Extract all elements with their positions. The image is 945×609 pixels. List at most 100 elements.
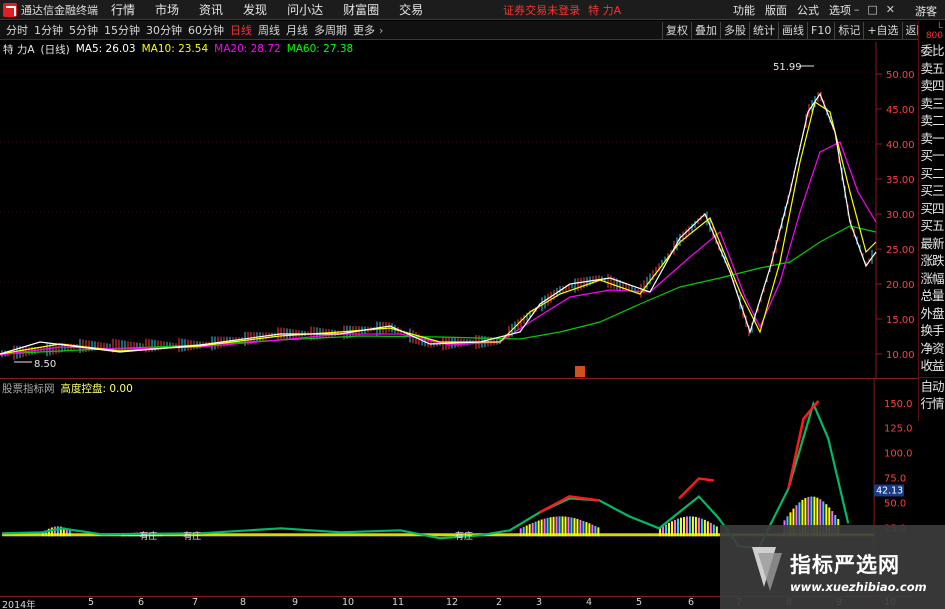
- current-value: 42.13: [876, 485, 903, 496]
- main-menu: 行情 市场 资讯 发现 问小达 财富圈 交易: [111, 1, 443, 18]
- price-tick: 15.00: [886, 315, 915, 326]
- ma5-line: [0, 92, 877, 355]
- tool-adjust[interactable]: 复权: [662, 22, 691, 39]
- ma20-value: MA20: 28.72: [214, 43, 281, 55]
- watermark: 指标严选网 www.xuezhibiao.com: [720, 525, 945, 609]
- side-item[interactable]: 总量: [919, 287, 945, 305]
- indicator-tick: 125.0: [884, 424, 912, 435]
- marker-1: 有庄: [139, 530, 157, 542]
- period-more[interactable]: 更多: [353, 22, 375, 38]
- side-item[interactable]: 涨跌: [919, 252, 945, 270]
- side-item[interactable]: 买一: [919, 147, 945, 165]
- side-item[interactable]: 涨幅: [919, 270, 945, 288]
- period-label: (日线): [40, 43, 70, 56]
- menu-item-market[interactable]: 市场: [155, 1, 179, 18]
- time-tick: 2014年: [2, 600, 36, 609]
- period-daily[interactable]: 日线: [230, 22, 252, 38]
- price-tick: 25.00: [886, 245, 915, 256]
- time-tick: 6: [138, 597, 145, 608]
- side-item[interactable]: 换手: [919, 322, 945, 340]
- window-controls: – □ ✕: [854, 3, 895, 16]
- period-30min[interactable]: 30分钟: [146, 22, 182, 38]
- price-tick: 10.00: [886, 350, 915, 361]
- login-status[interactable]: 证券交易未登录: [503, 2, 580, 18]
- period-monthly[interactable]: 月线: [286, 22, 308, 38]
- side-item[interactable]: 卖五: [919, 60, 945, 78]
- close-icon[interactable]: ✕: [886, 3, 895, 16]
- menu-item-formula[interactable]: 公式: [797, 2, 819, 18]
- candles: [1, 92, 873, 360]
- title-bar: 通达信金融终端 行情 市场 资讯 发现 问小达 财富圈 交易 证券交易未登录 特…: [0, 0, 945, 20]
- app-name: 通达信金融终端: [21, 3, 98, 17]
- menu-item-quotes[interactable]: 行情: [111, 1, 135, 18]
- time-tick: 6: [688, 597, 695, 608]
- menu-item-layout[interactable]: 版面: [765, 2, 787, 18]
- indicator-title: 股票指标网 高度控盘: 0.00: [2, 381, 133, 396]
- time-tick: 3: [536, 597, 543, 608]
- tool-mark[interactable]: 标记: [834, 22, 863, 39]
- menu-item-ask[interactable]: 问小达: [287, 1, 323, 18]
- side-item[interactable]: 卖三: [919, 95, 945, 113]
- menu-item-wealth[interactable]: 财富圈: [343, 1, 379, 18]
- side-item[interactable]: 买四: [919, 200, 945, 218]
- marker-2: 有庄: [183, 530, 201, 542]
- tool-add-watch[interactable]: +自选: [863, 22, 901, 39]
- side-item[interactable]: 委比: [919, 42, 945, 60]
- indicator-axis: 150.0125.0100.075.050.025.0: [884, 399, 912, 534]
- tool-multi-stock[interactable]: 多股: [720, 22, 749, 39]
- time-tick: 12: [446, 597, 459, 608]
- tool-f10[interactable]: F10: [807, 22, 834, 39]
- auto-quote-1[interactable]: 自动: [919, 378, 945, 396]
- period-weekly[interactable]: 周线: [258, 22, 280, 38]
- time-tick: 11: [392, 597, 405, 608]
- chevron-right-icon[interactable]: ›: [379, 24, 383, 37]
- guest-user[interactable]: 游客: [915, 3, 937, 19]
- tool-draw[interactable]: 画线: [778, 22, 807, 39]
- period-5min[interactable]: 5分钟: [69, 22, 98, 38]
- period-15min[interactable]: 15分钟: [104, 22, 140, 38]
- period-toolbar: 分时 1分钟 5分钟 15分钟 30分钟 60分钟 日线 周线 月线 多周期 更…: [0, 21, 945, 40]
- tool-stats[interactable]: 统计: [749, 22, 778, 39]
- auto-quote-2[interactable]: 行情: [919, 395, 945, 413]
- price-axis: 50.00 45.00 40.00 35.00 30.00 25.00 20.00 15.00…: [876, 70, 915, 361]
- side-item[interactable]: 外盘: [919, 305, 945, 323]
- menu-item-options[interactable]: 选项: [829, 2, 851, 18]
- indicator-tick: 150.0: [884, 399, 912, 410]
- candlestick-chart[interactable]: 50.00 45.00 40.00 35.00 30.00 25.00 20.00 15.00…: [0, 42, 918, 378]
- time-tick: 2: [496, 597, 503, 608]
- side-item[interactable]: 买二: [919, 165, 945, 183]
- side-item[interactable]: 买五: [919, 217, 945, 235]
- ma10-value: MA10: 23.54: [141, 43, 209, 55]
- time-tick: 5: [636, 597, 643, 608]
- low-price-label: 8.50: [34, 359, 56, 370]
- side-item[interactable]: 卖一: [919, 130, 945, 148]
- tool-overlay[interactable]: 叠加: [691, 22, 720, 39]
- menu-item-function[interactable]: 功能: [733, 2, 755, 18]
- menu-item-discover[interactable]: 发现: [243, 1, 267, 18]
- period-multi[interactable]: 多周期: [314, 22, 347, 38]
- period-60min[interactable]: 60分钟: [188, 22, 224, 38]
- high-price-label: 51.99: [773, 62, 802, 73]
- side-item[interactable]: 买三: [919, 182, 945, 200]
- side-item[interactable]: 卖四: [919, 77, 945, 95]
- menu-item-news[interactable]: 资讯: [199, 1, 223, 18]
- menu-item-trade[interactable]: 交易: [399, 1, 423, 18]
- chart-tools: 复权 叠加 多股 统计 画线 F10 标记 +自选 返回: [662, 21, 931, 40]
- price-tick: 45.00: [886, 105, 915, 116]
- dividend-marker: [575, 366, 585, 377]
- watermark-url: www.xuezhibiao.com: [790, 580, 927, 594]
- price-tick: 35.00: [886, 175, 915, 186]
- maximize-icon[interactable]: □: [867, 3, 877, 16]
- side-item[interactable]: 最新: [919, 235, 945, 253]
- side-item[interactable]: 收益: [919, 357, 945, 375]
- side-item[interactable]: 卖二: [919, 112, 945, 130]
- watermark-text: 指标严选网: [790, 553, 900, 577]
- side-item[interactable]: 净资: [919, 340, 945, 358]
- ma20-line: [0, 141, 877, 356]
- ma60-value: MA60: 27.38: [286, 43, 354, 55]
- period-timeshare[interactable]: 分时: [6, 22, 28, 38]
- price-tick: 50.00: [886, 70, 915, 81]
- indicator-tick: 75.0: [884, 474, 906, 485]
- minimize-icon[interactable]: –: [854, 3, 860, 16]
- period-1min[interactable]: 1分钟: [34, 22, 63, 38]
